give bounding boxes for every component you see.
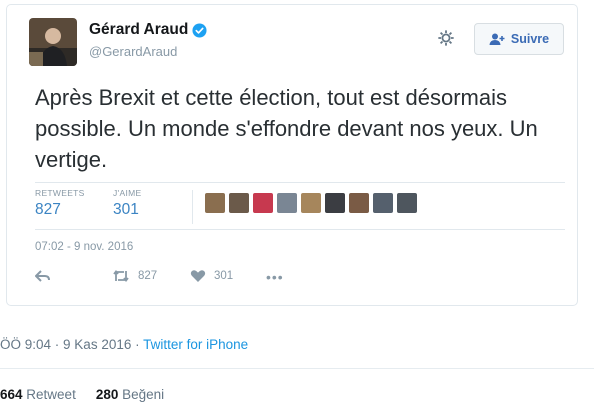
like-button[interactable]: 301 <box>190 269 233 283</box>
gear-icon[interactable] <box>437 29 455 47</box>
retweets-label: RETWEETS <box>35 188 85 198</box>
retweets-count[interactable]: 827 <box>35 201 85 219</box>
meta-time: ÖÖ 9:04 <box>0 337 52 352</box>
author-name[interactable]: Gérard Araud <box>89 21 188 39</box>
like-count-number: 280 <box>95 387 119 402</box>
divider <box>0 368 594 369</box>
liker-avatar[interactable] <box>301 193 321 213</box>
liker-avatar[interactable] <box>325 193 345 213</box>
meta-separator: · <box>54 337 64 352</box>
reply-icon <box>35 270 50 282</box>
follow-label: Suivre <box>510 32 550 46</box>
tweet-timestamp[interactable]: 07:02 - 9 nov. 2016 <box>35 241 133 253</box>
like-count-link[interactable]: 280 Beğeni <box>96 387 164 402</box>
follow-button[interactable]: Suivre <box>474 23 564 55</box>
like-action-count: 301 <box>214 270 234 282</box>
liker-avatars <box>205 193 417 213</box>
divider <box>35 182 565 183</box>
liker-avatar[interactable] <box>349 193 369 213</box>
divider <box>35 229 565 230</box>
retweet-count-number: 664 <box>0 387 23 402</box>
retweets-stat[interactable]: RETWEETS 827 <box>35 188 85 219</box>
verified-badge-icon <box>192 22 207 38</box>
avatar[interactable] <box>29 18 77 66</box>
likes-label: J'AIME <box>113 188 142 198</box>
liker-avatar[interactable] <box>253 193 273 213</box>
meta-separator: · <box>135 337 144 352</box>
likes-count[interactable]: 301 <box>113 201 141 219</box>
tweet-text: Après Brexit et cette élection, tout est… <box>35 85 538 172</box>
divider <box>192 190 193 224</box>
retweet-action-count: 827 <box>138 270 158 282</box>
like-count-label: Beğeni <box>122 387 165 402</box>
heart-icon <box>190 270 206 282</box>
retweet-icon <box>113 270 129 282</box>
meta-date: 9 Kas 2016 <box>63 337 132 352</box>
meta-source-link[interactable]: Twitter for iPhone <box>143 337 248 352</box>
author-handle[interactable]: @GerardAraud <box>89 44 177 59</box>
tweet-meta: ÖÖ 9:04 · 9 Kas 2016 · Twitter for iPhon… <box>0 337 248 352</box>
reply-button[interactable] <box>35 269 51 283</box>
add-user-icon <box>489 33 505 45</box>
liker-avatar[interactable] <box>229 193 249 213</box>
retweet-count-label: Retweet <box>26 387 76 402</box>
likes-stat[interactable]: J'AIME 301 <box>113 188 141 219</box>
embedded-tweet-card: Gérard Araud @GerardAraud Suivre Après B… <box>6 4 578 306</box>
liker-avatar[interactable] <box>277 193 297 213</box>
retweet-button[interactable]: 827 <box>112 269 157 283</box>
more-options-button[interactable]: ••• <box>266 269 284 285</box>
retweet-count-link[interactable]: 664 Retweet <box>0 387 76 402</box>
liker-avatar[interactable] <box>397 193 417 213</box>
more-options-icon: ••• <box>266 269 284 285</box>
engagement-counts: 664 Retweet 280 Beğeni <box>0 387 164 402</box>
author-name-row[interactable]: Gérard Araud <box>89 21 207 39</box>
liker-avatar[interactable] <box>205 193 225 213</box>
liker-avatar[interactable] <box>373 193 393 213</box>
